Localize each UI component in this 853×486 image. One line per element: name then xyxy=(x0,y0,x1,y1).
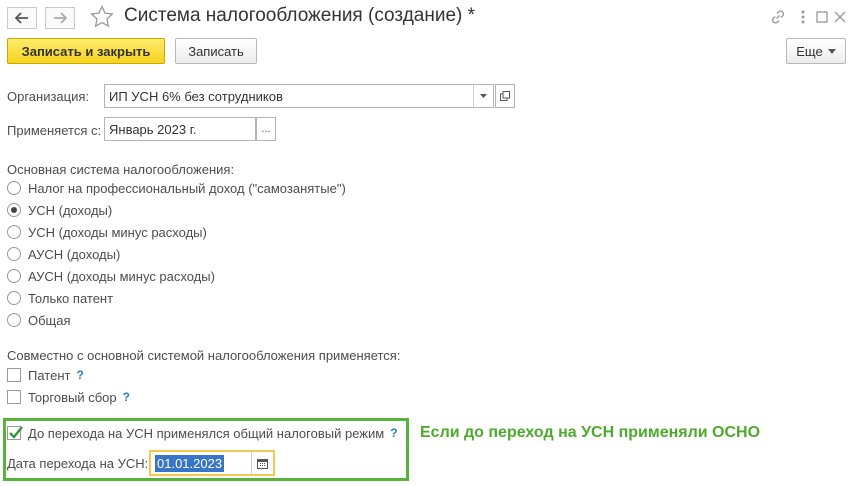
link-icon xyxy=(771,10,785,24)
star-icon xyxy=(90,4,114,28)
radio-button[interactable] xyxy=(7,181,21,195)
radio-self-employed[interactable]: Налог на профессиональный доход ("самоза… xyxy=(7,179,346,197)
applies-from-label: Применяется с: xyxy=(7,123,102,138)
arrow-right-icon xyxy=(54,12,67,24)
radio-label: Только патент xyxy=(28,290,114,306)
calendar-icon xyxy=(257,458,268,469)
calendar-button[interactable] xyxy=(251,452,273,474)
radio-usn-income[interactable]: УСН (доходы) xyxy=(7,201,112,219)
radio-label: АУСН (доходы) xyxy=(28,246,121,262)
arrow-left-icon xyxy=(15,12,28,24)
radio-patent-only[interactable]: Только патент xyxy=(7,289,113,307)
help-icon[interactable]: ? xyxy=(123,390,130,404)
organization-value: ИП УСН 6% без сотрудников xyxy=(109,88,283,104)
radio-button[interactable] xyxy=(7,269,21,283)
radio-label: Общая xyxy=(28,312,71,328)
annotation-text: Если до переход на УСН применяли ОСНО xyxy=(420,424,761,441)
help-icon[interactable]: ? xyxy=(390,426,397,440)
forward-button[interactable] xyxy=(45,7,75,29)
radio-usn-income-minus-expenses[interactable]: УСН (доходы минус расходы) xyxy=(7,223,207,241)
transition-date-field[interactable]: 01.01.2023 xyxy=(149,450,275,476)
patent-checkbox-row[interactable]: Патент ? xyxy=(7,366,84,384)
close-icon xyxy=(834,11,846,23)
maximize-button[interactable] xyxy=(812,7,832,27)
back-button[interactable] xyxy=(7,7,37,29)
save-and-close-button[interactable]: Записать и закрыть xyxy=(7,38,165,64)
main-system-label: Основная система налогообложения: xyxy=(7,162,235,177)
transition-date-value: 01.01.2023 xyxy=(155,455,225,472)
organization-open-button[interactable] xyxy=(495,84,515,108)
more-menu-label: Еще xyxy=(796,43,823,59)
save-button[interactable]: Записать xyxy=(175,38,257,64)
radio-label: УСН (доходы) xyxy=(28,202,113,218)
page-title: Система налогообложения (создание) * xyxy=(124,5,476,26)
radio-button[interactable] xyxy=(7,225,21,239)
applies-from-value: Январь 2023 г. xyxy=(109,121,197,137)
more-actions-button[interactable] xyxy=(793,7,813,27)
trade-fee-label: Торговый сбор xyxy=(28,389,117,405)
radio-ausn-income[interactable]: АУСН (доходы) xyxy=(7,245,120,263)
help-icon[interactable]: ? xyxy=(76,368,83,382)
close-button[interactable] xyxy=(830,7,850,27)
open-form-icon xyxy=(500,91,510,101)
radio-ausn-income-minus-expenses[interactable]: АУСН (доходы минус расходы) xyxy=(7,267,215,285)
trade-fee-checkbox[interactable] xyxy=(7,390,21,404)
favorite-button[interactable] xyxy=(90,4,114,31)
applies-from-select-button[interactable]: ... xyxy=(256,117,276,141)
prior-general-checkbox-row[interactable]: До перехода на УСН применялся общий нало… xyxy=(7,424,398,442)
more-vertical-icon xyxy=(801,10,805,24)
checkmark-icon xyxy=(9,426,23,439)
organization-dropdown-button[interactable] xyxy=(473,85,493,107)
radio-label: УСН (доходы минус расходы) xyxy=(28,224,207,240)
prior-general-checkbox[interactable] xyxy=(7,426,23,440)
applies-from-field[interactable]: Январь 2023 г. xyxy=(104,117,256,141)
organization-label: Организация: xyxy=(7,89,90,104)
more-menu-button[interactable]: Еще xyxy=(786,38,846,64)
radio-button[interactable] xyxy=(7,247,21,261)
transition-date-label: Дата перехода на УСН: xyxy=(7,456,149,471)
trade-fee-checkbox-row[interactable]: Торговый сбор ? xyxy=(7,388,130,406)
radio-dot xyxy=(11,207,17,213)
patent-checkbox[interactable] xyxy=(7,368,21,382)
radio-button[interactable] xyxy=(7,291,21,305)
chevron-down-icon xyxy=(827,48,836,54)
radio-label: Налог на профессиональный доход ("самоза… xyxy=(28,180,346,196)
combined-label: Совместно с основной системой налогообло… xyxy=(7,348,401,363)
radio-label: АУСН (доходы минус расходы) xyxy=(28,268,215,284)
chevron-down-icon xyxy=(480,94,487,98)
organization-field[interactable]: ИП УСН 6% без сотрудников xyxy=(104,84,494,108)
link-button[interactable] xyxy=(768,7,788,27)
radio-button[interactable] xyxy=(7,313,21,327)
patent-label: Патент xyxy=(28,367,71,383)
radio-general[interactable]: Общая xyxy=(7,311,71,329)
prior-general-label: До перехода на УСН применялся общий нало… xyxy=(28,425,385,441)
radio-button-selected[interactable] xyxy=(7,203,21,217)
maximize-icon xyxy=(816,11,828,23)
